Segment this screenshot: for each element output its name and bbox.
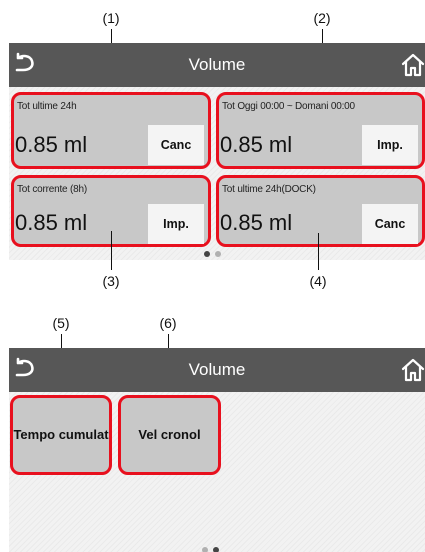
tile-label: Tot corrente (8h): [17, 184, 87, 195]
callout-6: (6): [159, 315, 177, 331]
tile-label: Tot Oggi 00:00 ~ Domani 00:00: [222, 101, 355, 112]
tile-value: 0.85 ml: [220, 132, 293, 157]
callout-3: (3): [102, 273, 120, 289]
tile-total-today[interactable]: Tot Oggi 00:00 ~ Domani 00:00 0.85 ml Im…: [216, 92, 425, 169]
screen-volume-page-1: Volume Tot ultime 24h 0.85 ml Canc Tot O…: [9, 43, 425, 260]
tile-label: Tot ultime 24h: [17, 101, 77, 112]
callout-4: (4): [309, 273, 327, 289]
tile-total-last-24h-dock[interactable]: Tot ultime 24h(DOCK) 0.85 ml Canc: [216, 175, 425, 247]
screen-title: Volume: [188, 55, 246, 74]
tile-rate-history[interactable]: Vel cronol: [118, 395, 221, 475]
page-dot[interactable]: [215, 251, 221, 257]
callout-5: (5): [52, 315, 70, 331]
callout-2: (2): [313, 10, 331, 26]
title-bar: Volume: [9, 348, 425, 392]
tile-total-last-24h[interactable]: Tot ultime 24h 0.85 ml Canc: [11, 92, 211, 169]
tile-cumulative-time[interactable]: Tempo cumulat: [10, 395, 112, 475]
set-button[interactable]: Imp.: [362, 125, 418, 165]
title-bar: Volume: [9, 43, 425, 87]
page-dot[interactable]: [202, 547, 208, 552]
tile-label: Tot ultime 24h(DOCK): [222, 184, 316, 195]
callout-3-leader: [111, 231, 113, 270]
callout-1: (1): [102, 10, 120, 26]
screen-title: Volume: [188, 360, 246, 379]
home-icon[interactable]: [400, 357, 425, 383]
callout-4-leader: [318, 233, 320, 270]
clear-button[interactable]: Canc: [362, 204, 418, 244]
clear-button[interactable]: Canc: [148, 125, 204, 165]
home-icon[interactable]: [400, 52, 425, 78]
set-button[interactable]: Imp.: [148, 204, 204, 244]
tile-value: 0.85 ml: [15, 132, 88, 157]
page-dot-active[interactable]: [213, 547, 219, 552]
screen-volume-page-2: Volume Tempo cumulat Vel cronol: [9, 348, 425, 552]
tile-value: 0.85 ml: [15, 210, 88, 235]
tile-value: 0.85 ml: [220, 210, 293, 235]
page-dot-active[interactable]: [204, 251, 210, 257]
